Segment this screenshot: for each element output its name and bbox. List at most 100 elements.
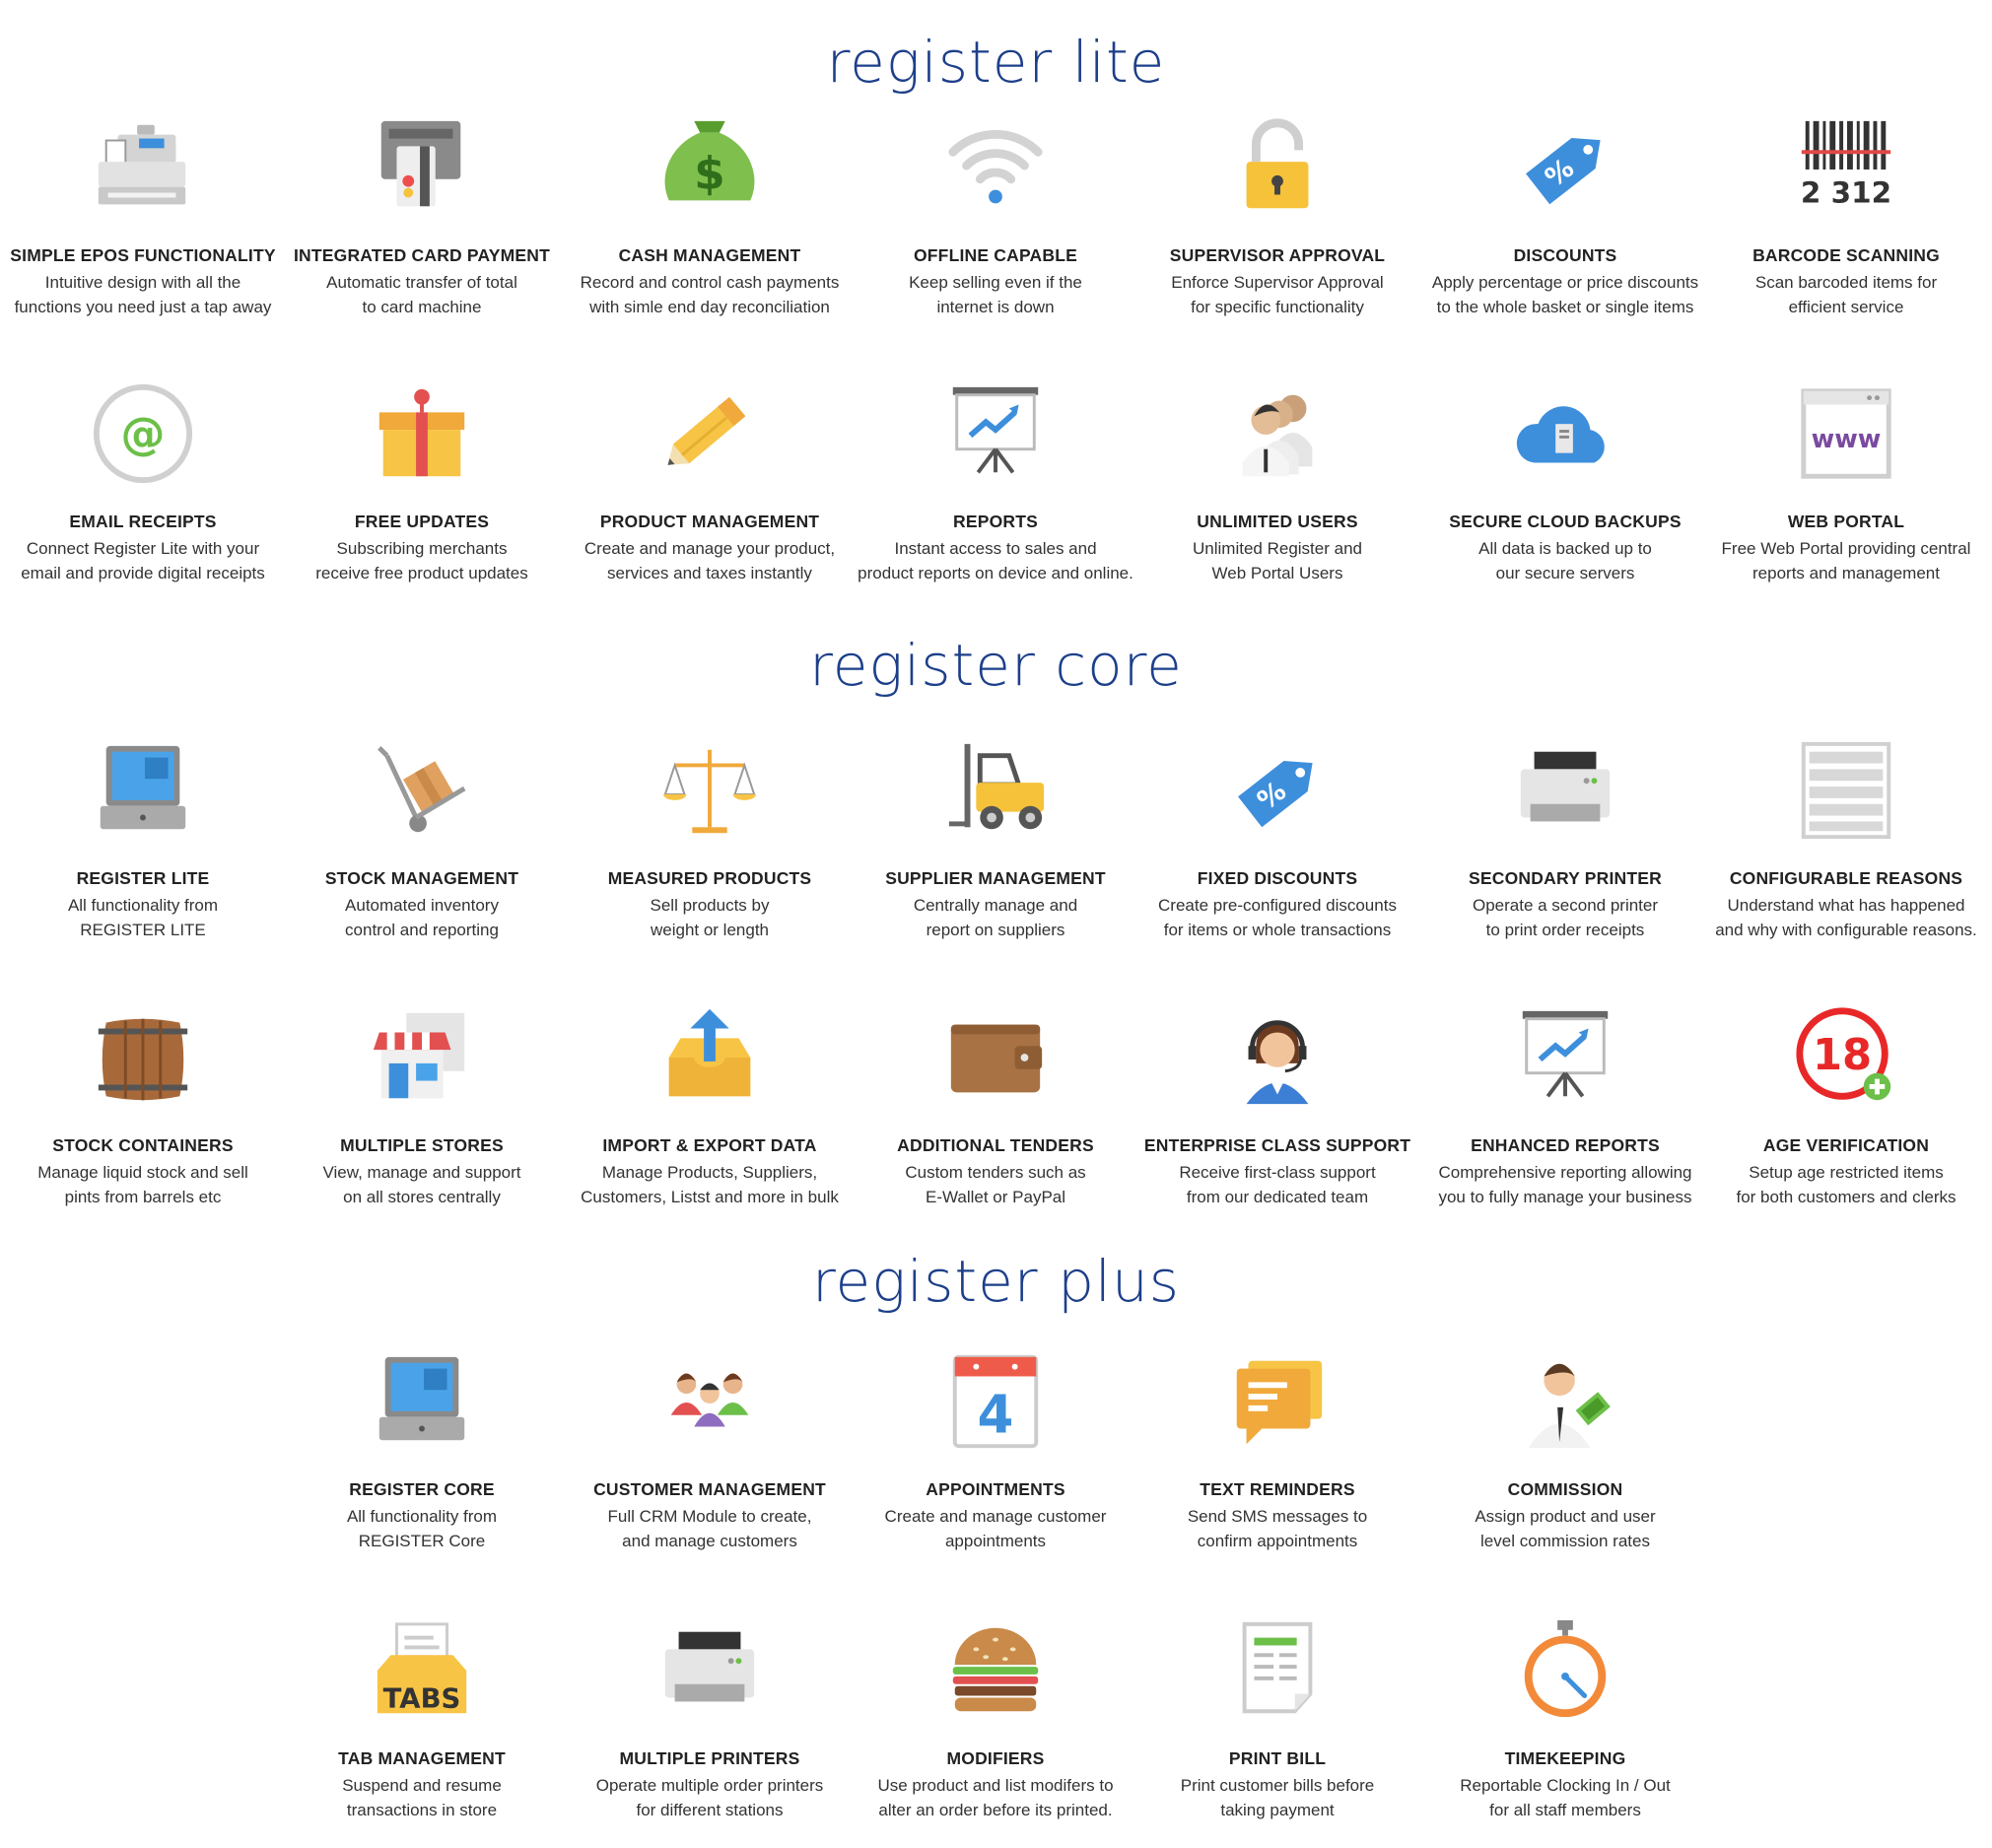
feature-description: Suspend and resume transactions in store [279,1773,565,1822]
feature-description-line: Scan barcoded items for [1754,273,1938,292]
feature-integrated-card-payment: INTEGRATED CARD PAYMENT Automatic transfe… [279,113,565,319]
feature-offline-capable: OFFLINE CAPABLE Keep selling even if the i… [853,113,1138,319]
feature-description-line: Setup age restricted items [1749,1163,1944,1182]
browser-www-icon: www [1801,388,1891,479]
feature-title: IMPORT & EXPORT DATA [602,1135,817,1155]
pencil-icon [667,396,746,465]
feature-appointments: 4 APPOINTMENTS Create and manage customer a… [853,1347,1138,1553]
feature-description: All data is backed up to our secure serve… [1422,536,1708,585]
feature-description: Receive first-class support from our dedi… [1134,1160,1420,1209]
cash-register-icon [98,124,186,205]
age-18-icon-text: 18 [1813,1031,1872,1080]
feature-description-line: Automatic transfer of total [326,273,517,292]
feature-modifiers: MODIFIERS Use product and list modifers t… [853,1616,1138,1822]
forklift-icon [948,743,1045,830]
feature-description-line: Receive first-class support [1179,1163,1376,1182]
feature-stock-containers: STOCK CONTAINERS Manage liquid stock and … [0,1003,286,1209]
feature-register-core: REGISTER CORE All functionality from REGIS… [279,1347,565,1553]
feature-title: PRODUCT MANAGEMENT [599,512,820,531]
feature-import-export-data: IMPORT & EXPORT DATA Manage Products, Sup… [567,1003,853,1209]
stores-icon [373,1012,465,1099]
feature-title: SECURE CLOUD BACKUPS [1449,512,1682,531]
users-group-icon [1242,394,1313,477]
feature-description-line: receive free product updates [315,564,528,582]
feature-description-line: from our dedicated team [1186,1188,1369,1206]
feature-description-line: efficient service [1788,298,1904,316]
feature-description-line: and manage customers [622,1532,797,1550]
feature-description-line: to the whole basket or single items [1436,298,1694,316]
feature-unlimited-users: UNLIMITED USERS Unlimited Register and Web… [1134,379,1420,585]
feature-description: Create pre-configured discounts for items… [1134,893,1420,942]
feature-description-line: All functionality from [67,896,219,915]
feature-description-line: our secure servers [1495,564,1635,582]
feature-title: BARCODE SCANNING [1752,245,1940,265]
feature-description: Sell products by weight or length [567,893,853,942]
feature-description-line: Centrally manage and [913,896,1078,915]
section-title-core: register core [809,632,1183,699]
feature-title: TEXT REMINDERS [1200,1479,1355,1499]
feature-description-line: email and provide digital receipts [21,564,265,582]
feature-stock-management: STOCK MANAGEMENT Automated inventory contr… [279,736,565,942]
feature-description: Connect Register Lite with your email and… [0,536,286,585]
feature-description-line: to print order receipts [1485,921,1645,939]
feature-description-line: Assign product and user [1475,1507,1656,1526]
feature-description-line: All functionality from [346,1507,498,1526]
feature-web-portal: www WEB PORTAL Free Web Portal providing c… [1703,379,1989,585]
feature-title: CONFIGURABLE REASONS [1729,868,1963,888]
feature-text-reminders: TEXT REMINDERS Send SMS messages to confir… [1134,1347,1420,1553]
feature-description-line: Apply percentage or price discounts [1431,273,1699,292]
feature-description: Subscribing merchants receive free produc… [279,536,565,585]
feature-simple-epos-functionality: SIMPLE EPOS FUNCTIONALITY Intuitive desig… [0,113,286,319]
feature-description-line: with simle end day reconciliation [589,298,830,316]
feature-description-line: Automated inventory [345,896,499,915]
feature-description-line: Keep selling even if the [909,273,1082,292]
feature-description: Create and manage your product, services … [567,536,853,585]
feature-title: FIXED DISCOUNTS [1197,868,1358,888]
feature-description-line: Understand what has happened [1727,896,1965,915]
feature-description: Send SMS messages to confirm appointments [1134,1504,1420,1553]
feature-description-line: Comprehensive reporting allowing [1438,1163,1692,1182]
feature-title: SUPERVISOR APPROVAL [1169,245,1386,265]
barcode-icon: 2 312 [1801,120,1891,209]
padlock-icon [1246,118,1309,209]
feature-enterprise-class-support: ENTERPRISE CLASS SUPPORT Receive first-cl… [1134,1003,1420,1209]
feature-description-line: View, manage and support [322,1163,521,1182]
feature-description: Manage liquid stock and sell pints from b… [0,1160,286,1209]
feature-description: Unlimited Register and Web Portal Users [1134,536,1420,585]
feature-supplier-management: SUPPLIER MANAGEMENT Centrally manage and r… [853,736,1138,942]
feature-title: DISCOUNTS [1513,245,1617,265]
feature-title: COMMISSION [1507,1479,1623,1499]
feature-title: REPORTS [953,512,1038,531]
calendar-icon: 4 [952,1354,1039,1449]
feature-title: REGISTER CORE [349,1479,495,1499]
feature-description-line: Intuitive design with all the [44,273,241,292]
feature-description-line: Print customer bills before [1180,1776,1375,1795]
wifi-icon [948,129,1043,204]
feature-description-line: Instant access to sales and [894,539,1097,558]
feature-description-line: you to fully manage your business [1438,1188,1692,1206]
feature-tab-management: TABS TAB MANAGEMENT Suspend and resume tran… [279,1616,565,1822]
pos-terminal-icon [378,1356,465,1441]
feature-print-bill: PRINT BILL Print customer bills before tak… [1134,1616,1420,1822]
cloud-server-icon [1516,406,1605,463]
feature-description-line: Suspend and resume [342,1776,502,1795]
feature-description: Operate a second printer to print order r… [1422,893,1708,942]
barcode-icon-text: 2 312 [1801,175,1891,209]
feature-description-line: Full CRM Module to create, [607,1507,812,1526]
feature-description: Operate multiple order printers for diffe… [567,1773,853,1822]
feature-description: Setup age restricted items for both custo… [1703,1160,1989,1209]
feature-title: TAB MANAGEMENT [338,1748,506,1768]
feature-title: MODIFIERS [946,1748,1045,1768]
feature-description-line: services and taxes instantly [607,564,812,582]
feature-title: WEB PORTAL [1787,512,1905,531]
feature-multiple-printers: MULTIPLE PRINTERS Operate multiple order … [567,1616,853,1822]
feature-additional-tenders: ADDITIONAL TENDERS Custom tenders such as… [853,1003,1138,1209]
hand-truck-icon [378,746,466,833]
feature-title: SIMPLE EPOS FUNCTIONALITY [10,245,276,265]
discount-tag-icon: % [1238,761,1313,828]
feature-commission: COMMISSION Assign product and user level c… [1422,1347,1708,1553]
feature-email-receipts: @ EMAIL RECEIPTS Connect Register Lite wit… [0,379,286,585]
feature-barcode-scanning: 2 312 BARCODE SCANNING Scan barcoded items… [1703,113,1989,319]
discount-tag-icon: % [1526,138,1601,205]
feature-title: EMAIL RECEIPTS [69,512,217,531]
